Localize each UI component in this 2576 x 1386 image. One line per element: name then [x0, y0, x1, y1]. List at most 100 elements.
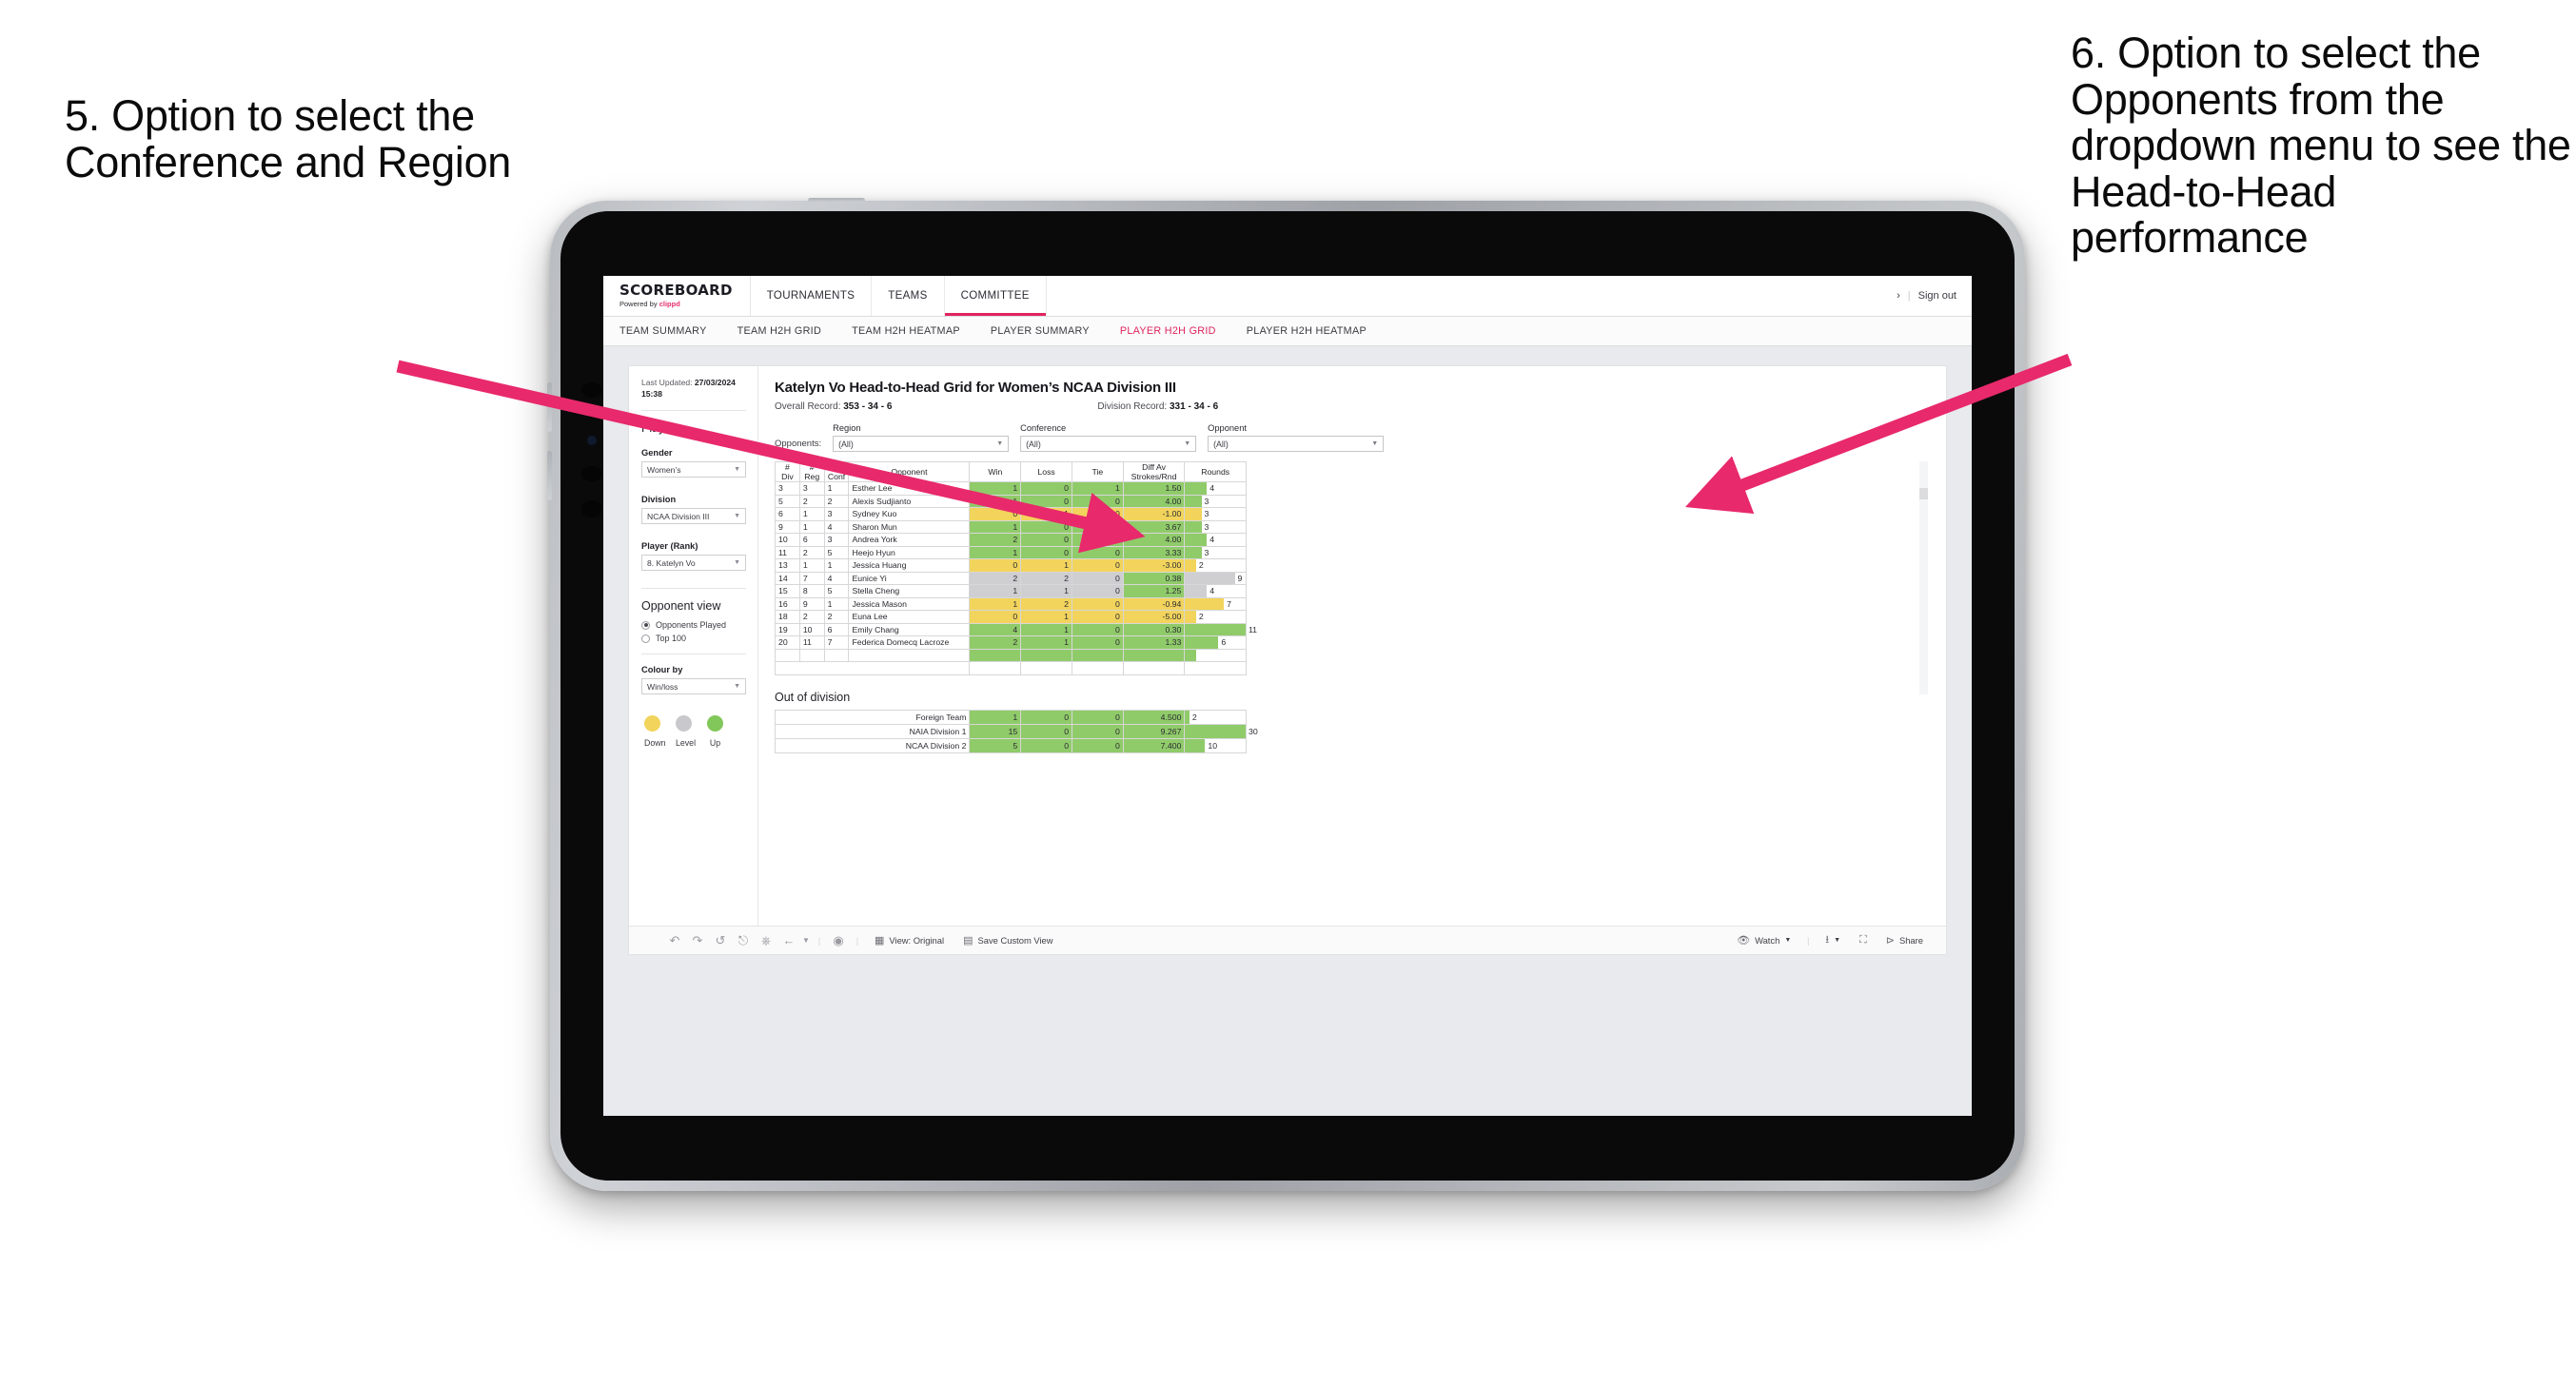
sidebar-divider-1 [641, 410, 746, 412]
division-label: Division [641, 495, 677, 505]
cell-tie: 0 [1072, 545, 1124, 559]
h2h-grid-body: 3 3 1 Esther Lee 1 0 1 1.50 4 5 2 2 Alexis Sudjianto… [774, 481, 1257, 675]
out-of-division-row[interactable]: Foreign Team 1 0 0 4.500 2 [774, 709, 1247, 725]
table-row[interactable]: 20 11 7 Federica Domecq Lacroze 2 1 0 1.33 6 [775, 635, 1247, 650]
division-record-label: Division Record: [1097, 401, 1170, 412]
cell-conf: 6 [823, 622, 850, 636]
subnav-item-team-h2h-heatmap[interactable]: TEAM H2H HEATMAP [852, 325, 977, 337]
chevron-down-icon: ▼ [1834, 937, 1841, 944]
table-row[interactable]: 10 6 3 Andrea York 2 0 0 4.00 4 [775, 533, 1247, 547]
chevron-down-icon: ▼ [734, 559, 740, 567]
highlight-icon[interactable]: ◉ [827, 933, 850, 948]
cell-win: 4 [969, 622, 1022, 636]
subnav-item-team-summary[interactable]: TEAM SUMMARY [619, 325, 724, 337]
cell-opponent: Jessica Huang [848, 558, 971, 573]
cell-win: 0 [969, 507, 1022, 521]
player-rank-select[interactable]: 8. Katelyn Vo ▼ [641, 555, 746, 572]
filter-opponent-select[interactable]: (All) ▼ [1208, 436, 1385, 452]
sign-out-link[interactable]: Sign out [1918, 290, 1957, 302]
viz-toolbar: ↶ ↷ ↺ ⎋ ⎈ ← ▼ | ◉ | ▦ View: Original ▤ S… [629, 926, 1946, 954]
cell-loss: 1 [1020, 622, 1072, 636]
refresh-icon[interactable]: ⎋ [732, 933, 755, 948]
cell-ood-tie: 0 [1072, 709, 1124, 725]
save-custom-view-label: Save Custom View [977, 935, 1053, 946]
subnav-item-player-summary[interactable]: PLAYER SUMMARY [991, 325, 1107, 337]
tablet-camera-lens-2 [581, 466, 602, 481]
subnav-item-player-h2h-grid[interactable]: PLAYER H2H GRID [1120, 325, 1233, 337]
chevron-down-icon: ▼ [996, 440, 1004, 447]
share-button[interactable]: ⊳ Share [1877, 934, 1933, 947]
topnav-item-committee[interactable]: COMMITTEE [945, 276, 1047, 316]
cell-ood-name: NAIA Division 1 [774, 723, 971, 739]
pause-icon[interactable]: ⎈ [755, 933, 777, 948]
legend-dot-level [676, 715, 692, 732]
back-arrow-icon[interactable]: ← [777, 933, 800, 947]
table-row[interactable]: 9 1 4 Sharon Mun 1 0 0 3.67 3 [775, 519, 1247, 534]
toolbar-divider-3: | [1807, 935, 1810, 946]
legend-label-down: Down [644, 738, 666, 749]
col-header-reg-label: Reg [804, 472, 820, 481]
table-row[interactable]: 18 2 2 Euna Lee 0 1 0 -5.00 2 [775, 610, 1247, 624]
brand-subtitle: Powered by clippd [619, 301, 733, 308]
out-of-division-row[interactable]: NCAA Division 2 5 0 0 7.400 10 [774, 737, 1247, 753]
cell-loss: 1 [1020, 635, 1072, 650]
table-row[interactable]: 19 10 6 Emily Chang 4 1 0 0.30 11 [775, 622, 1257, 636]
table-scrollbar-thumb[interactable] [1919, 488, 1928, 499]
player-rank-value: 8. Katelyn Vo [647, 557, 696, 568]
view-original-button[interactable]: ▦ View: Original [865, 934, 954, 947]
brand-logo[interactable]: SCOREBOARD Powered by clippd [603, 276, 751, 316]
cell-div: 20 [775, 635, 800, 650]
topnav-item-teams[interactable]: TEAMS [872, 276, 945, 316]
filter-region-label: Region [833, 423, 861, 433]
player-rank-label: Player (Rank) [641, 541, 698, 552]
tablet-camera-lens [581, 382, 602, 398]
radio-opponents-played[interactable]: Opponents Played [641, 620, 746, 630]
colour-by-select[interactable]: Win/loss ▼ [641, 678, 746, 695]
gender-select[interactable]: Women’s ▼ [641, 461, 746, 478]
chevron-down-icon[interactable]: ▼ [800, 936, 812, 945]
redo-icon[interactable]: ↷ [686, 933, 709, 948]
save-custom-view-button[interactable]: ▤ Save Custom View [954, 934, 1062, 947]
radio-icon-unselected [641, 634, 650, 643]
cell-tie: 0 [1072, 571, 1124, 585]
cell-ood-loss: 0 [1020, 723, 1073, 739]
gender-label: Gender [641, 448, 673, 459]
colour-by-value: Win/loss [647, 681, 678, 692]
table-row[interactable]: 5 2 2 Alexis Sudjianto 1 0 0 4.00 3 [775, 494, 1247, 508]
topnav-item-tournaments[interactable]: TOURNAMENTS [751, 276, 873, 316]
revert-icon[interactable]: ↺ [709, 933, 732, 948]
out-of-division-row[interactable]: NAIA Division 1 15 0 0 9.267 30 [774, 723, 1258, 739]
cell-div: 3 [775, 481, 800, 496]
tablet-flash-lens [587, 436, 597, 445]
watch-button[interactable]: 👁 Watch ▼ [1727, 934, 1800, 947]
undo-icon[interactable]: ↶ [663, 933, 686, 948]
legend-swatches [641, 715, 746, 732]
table-row[interactable]: 3 3 1 Esther Lee 1 0 1 1.50 4 [775, 481, 1247, 496]
cell-loss: 0 [1020, 519, 1072, 534]
cell-ood-win: 5 [969, 737, 1022, 753]
subnav-item-player-h2h-heatmap[interactable]: PLAYER H2H HEATMAP [1247, 325, 1384, 337]
table-row[interactable]: 14 7 4 Eunice Yi 2 2 0 0.38 9 [775, 571, 1247, 585]
table-row[interactable]: 16 9 1 Jessica Mason 1 2 0 -0.94 7 [775, 596, 1247, 611]
download-icon: ⭳ [1825, 934, 1830, 946]
cell-conf: 2 [823, 494, 850, 508]
division-select[interactable]: NCAA Division III ▼ [641, 508, 746, 525]
filter-region-select[interactable]: (All) ▼ [833, 436, 1010, 452]
table-row[interactable]: 11 2 5 Heejo Hyun 1 0 0 3.33 3 [775, 545, 1247, 559]
radio-top-100[interactable]: Top 100 [641, 634, 746, 643]
table-row[interactable]: 13 1 1 Jessica Huang 0 1 0 -3.00 2 [775, 558, 1247, 573]
table-row[interactable]: 15 8 5 Stella Cheng 1 1 0 1.25 4 [775, 584, 1247, 598]
cell-ood-rounds-value: 30 [1249, 726, 1258, 736]
top-bar-right: › | Sign out [1897, 276, 1972, 316]
fullscreen-button[interactable]: ⛶ [1850, 934, 1877, 947]
cell-rounds-value: 11 [1249, 624, 1258, 634]
overall-record-label: Overall Record: [775, 401, 844, 412]
filter-conference-select[interactable]: (All) ▼ [1020, 436, 1197, 452]
table-scrollbar[interactable] [1919, 461, 1928, 694]
chevron-right-icon[interactable]: › [1897, 290, 1900, 302]
subnav-item-team-h2h-grid[interactable]: TEAM H2H GRID [737, 325, 838, 337]
table-row[interactable]: 6 1 3 Sydney Kuo 0 1 0 -1.00 3 [775, 507, 1247, 521]
tablet-volume-button-top [547, 382, 552, 432]
sidebar-divider-2 [641, 588, 746, 590]
download-button[interactable]: ⭳ ▼ [1816, 931, 1850, 949]
